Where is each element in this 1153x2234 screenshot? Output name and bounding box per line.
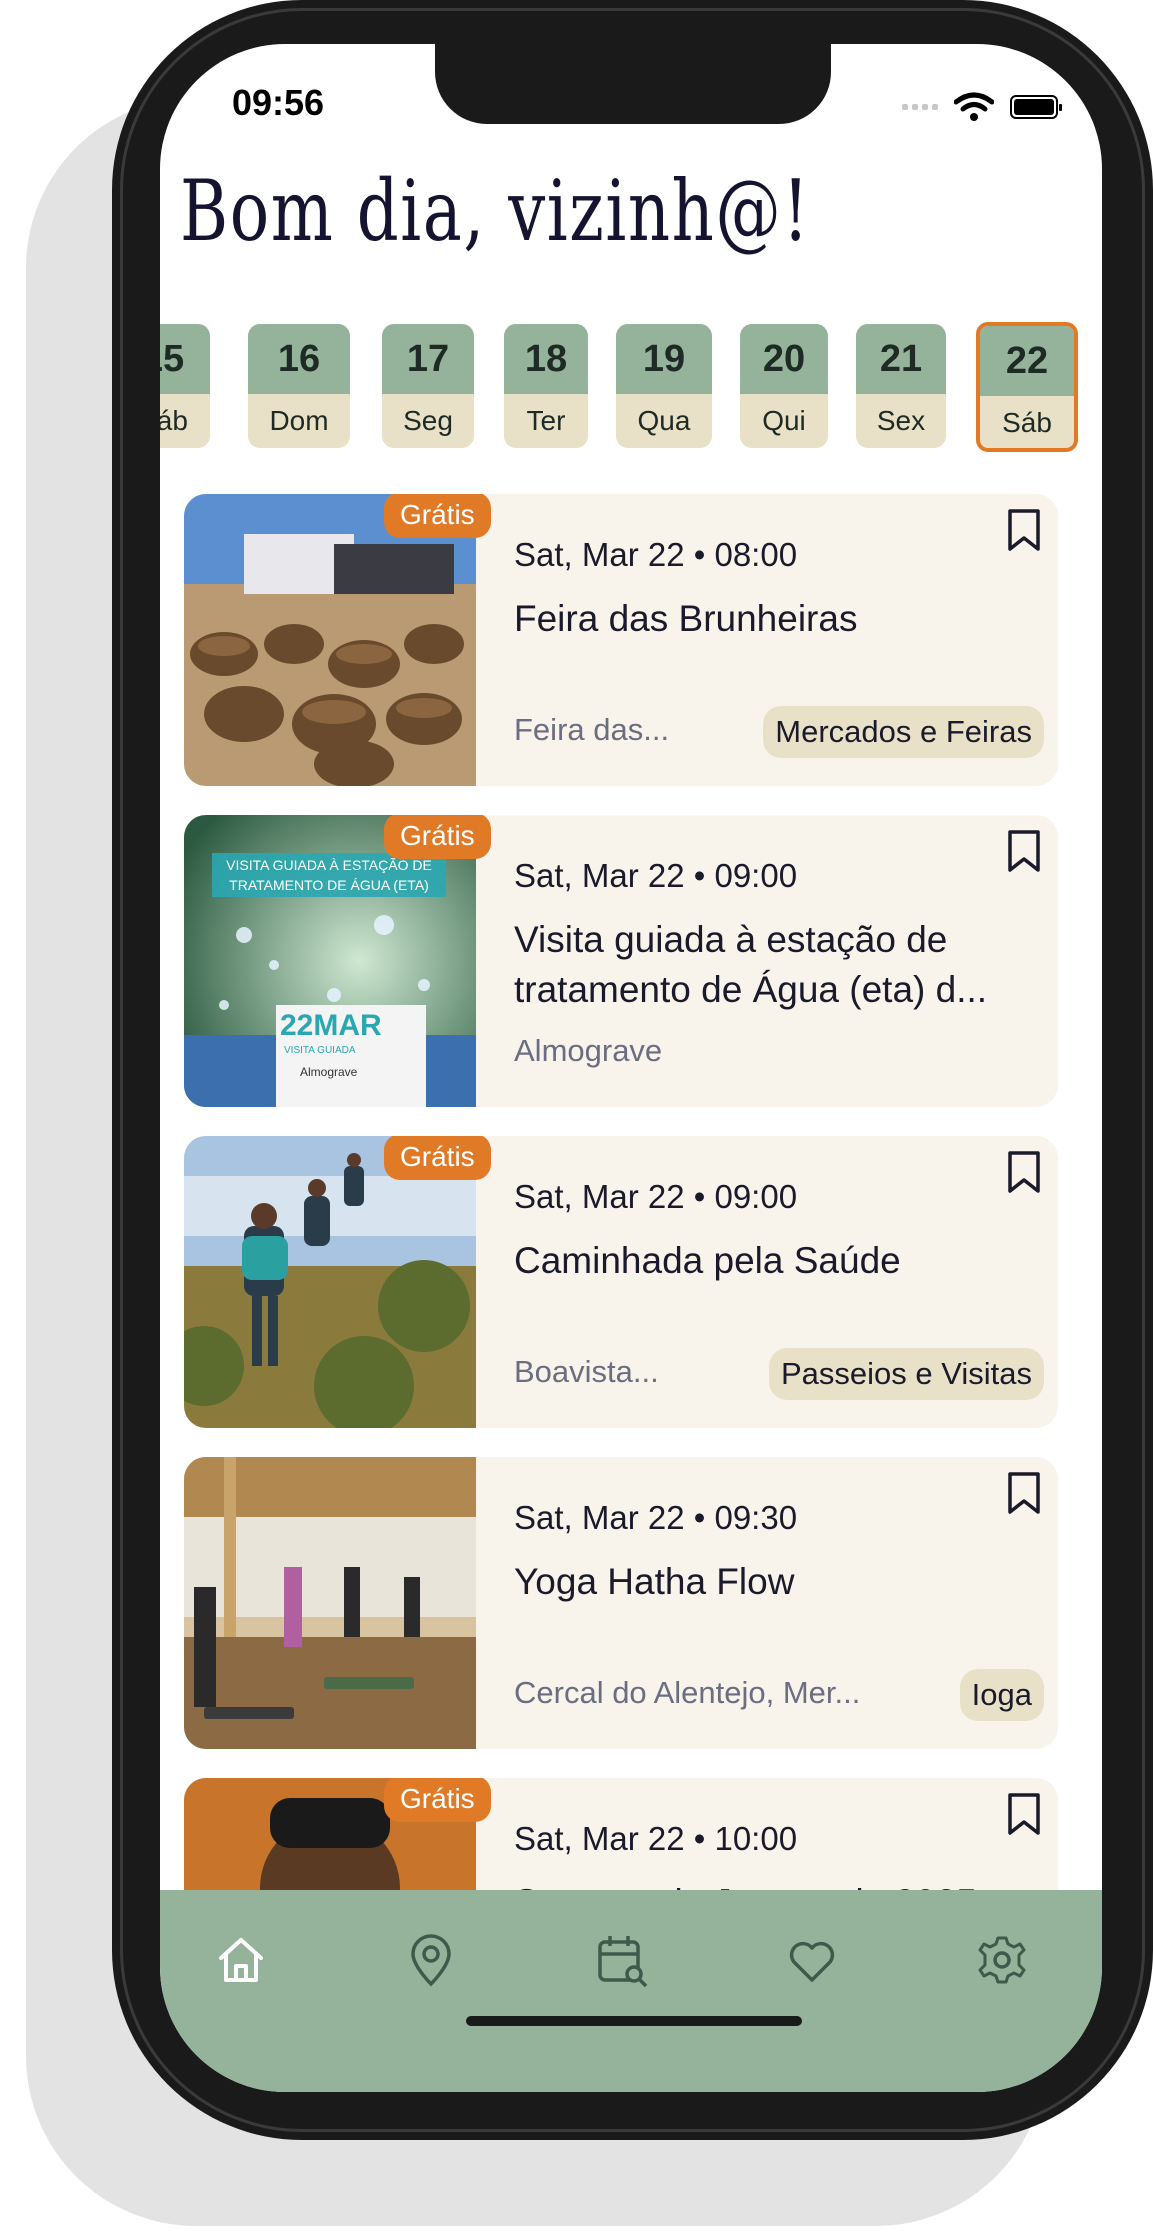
day-weekday: Sáb	[1002, 407, 1052, 438]
event-date: Sat, Mar 22 • 08:00	[514, 536, 798, 573]
greeting-title: Bom dia, vizinh@!	[180, 162, 811, 260]
event-location: Cercal do Alentejo, Mer...	[514, 1675, 861, 1710]
category-tag: Passeios e Visitas	[769, 1348, 1044, 1400]
day-number: 19	[616, 324, 712, 394]
status-time: 09:56	[232, 82, 325, 123]
bookmark-icon[interactable]	[1006, 1471, 1042, 1515]
bookmark-icon[interactable]	[1006, 1792, 1042, 1836]
home-indicator	[466, 2016, 802, 2026]
day-number: 16	[248, 324, 350, 394]
event-title: Feira das Brunheiras	[514, 598, 858, 639]
bookmark-icon[interactable]	[1006, 1150, 1042, 1194]
event-location: Feira das...	[514, 712, 670, 747]
poster-date: 22MAR	[280, 1009, 382, 1042]
event-list[interactable]: Grátis Sat, Mar 22 • 08:00 Feira das Bru…	[184, 494, 1064, 1934]
event-location: Boavista...	[514, 1354, 659, 1389]
day-number: 18	[504, 324, 588, 394]
day-number: 15	[160, 324, 210, 394]
category-tag: Mercados e Feiras	[763, 706, 1044, 758]
day-weekday: Qua	[637, 405, 691, 436]
poster-place: Almograve	[300, 1065, 358, 1079]
event-title: Yoga Hatha Flow	[514, 1561, 795, 1602]
tab-bar	[160, 1890, 1102, 2092]
day-20[interactable]: 20 Qui	[740, 324, 828, 448]
free-badge: Grátis	[384, 1778, 491, 1822]
wifi-icon	[954, 92, 994, 121]
event-image	[184, 1457, 476, 1749]
event-date: Sat, Mar 22 • 10:00	[514, 1820, 798, 1857]
day-21[interactable]: 21 Sex	[856, 324, 946, 448]
map-pin-icon[interactable]	[403, 1932, 459, 1988]
day-number: 20	[740, 324, 828, 394]
battery-icon	[1010, 95, 1062, 119]
category-tag: Ioga	[959, 1669, 1044, 1721]
free-badge: Grátis	[384, 494, 491, 538]
day-weekday: Qui	[762, 405, 806, 436]
day-18[interactable]: 18 Ter	[504, 324, 588, 448]
gear-icon[interactable]	[974, 1932, 1030, 1988]
event-date: Sat, Mar 22 • 09:00	[514, 857, 798, 894]
event-date: Sat, Mar 22 • 09:30	[514, 1499, 798, 1536]
poster-sub: VISITA GUIADA	[284, 1045, 356, 1056]
bookmark-icon[interactable]	[1006, 829, 1042, 873]
event-card[interactable]: Grátis Sat, Mar 22 • 09:00 Caminhada pel…	[184, 1136, 1058, 1428]
event-title: Visita guiada à estação de tratamento de…	[514, 919, 988, 1010]
event-card[interactable]: VISITA GUIADA À ESTAÇÃO DE TRATAMENTO DE…	[184, 815, 1058, 1107]
free-badge: Grátis	[384, 815, 491, 859]
heart-icon[interactable]	[784, 1932, 840, 1988]
event-date: Sat, Mar 22 • 09:00	[514, 1178, 798, 1215]
date-selector: 15 Sáb 16 Dom 17 Seg 18 Ter 19 Qua 20 Qu…	[160, 322, 1102, 464]
notch	[435, 44, 831, 124]
bookmark-icon[interactable]	[1006, 508, 1042, 552]
event-location: Almograve	[514, 1033, 663, 1068]
day-weekday: Sáb	[160, 405, 188, 436]
day-22-selected[interactable]: 22 Sáb	[976, 322, 1078, 452]
event-title: Caminhada pela Saúde	[514, 1240, 901, 1281]
poster-heading: VISITA GUIADA À ESTAÇÃO DE TRATAMENTO DE…	[226, 857, 432, 893]
calendar-search-icon[interactable]	[594, 1932, 650, 1988]
event-card[interactable]: Grátis Sat, Mar 22 • 08:00 Feira das Bru…	[184, 494, 1058, 786]
day-number: 22	[980, 326, 1074, 396]
day-17[interactable]: 17 Seg	[382, 324, 474, 448]
day-number: 21	[856, 324, 946, 394]
day-weekday: Seg	[403, 405, 453, 436]
day-weekday: Dom	[269, 405, 329, 436]
free-badge: Grátis	[384, 1136, 491, 1180]
day-16[interactable]: 16 Dom	[248, 324, 350, 448]
event-card[interactable]: Sat, Mar 22 • 09:30 Yoga Hatha Flow Cerc…	[184, 1457, 1058, 1749]
day-weekday: Sex	[876, 405, 926, 436]
signal-icon	[902, 104, 938, 110]
app-screen: 09:56 Bom dia, vizinh@! 15 Sáb 16 Dom 17…	[160, 44, 1102, 2092]
status-icons	[902, 92, 1062, 122]
day-weekday: Ter	[526, 405, 566, 436]
day-15[interactable]: 15 Sáb	[160, 324, 210, 448]
home-icon[interactable]	[213, 1932, 269, 1988]
day-19[interactable]: 19 Qua	[616, 324, 712, 448]
day-number: 17	[382, 324, 474, 394]
